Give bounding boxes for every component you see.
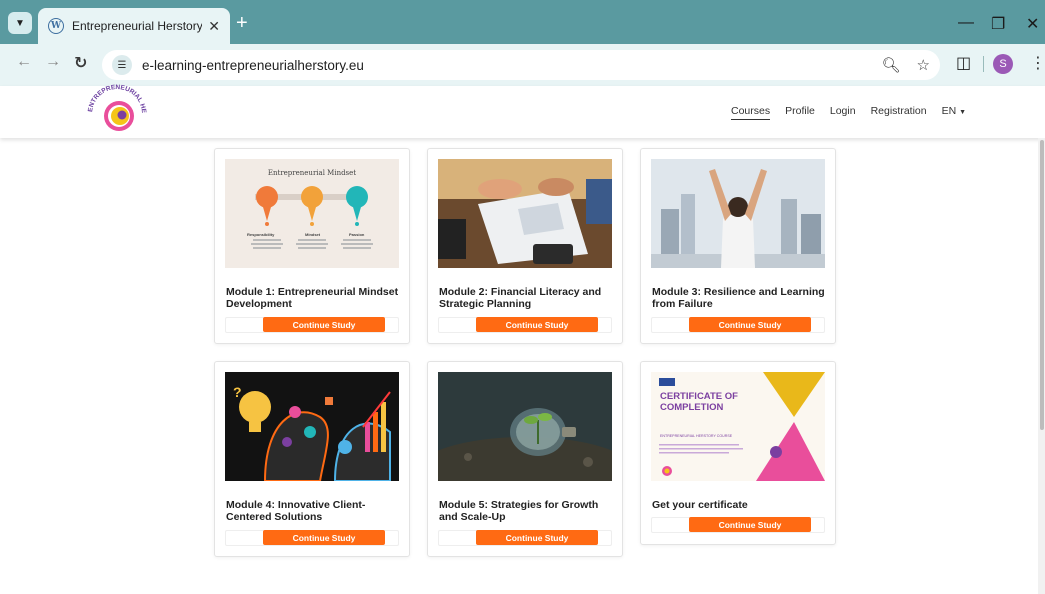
minimize-icon[interactable]: —	[958, 14, 974, 32]
continue-study-button[interactable]: Continue Study	[689, 317, 811, 332]
nav-profile[interactable]: Profile	[785, 105, 815, 120]
continue-study-button[interactable]: Continue Study	[476, 530, 598, 545]
module-5-image	[438, 372, 612, 481]
continue-study-button[interactable]: Continue Study	[263, 530, 385, 545]
course-card-module-5: Module 5: Strategies for Growth and Scal…	[427, 361, 623, 557]
module-2-image	[438, 159, 612, 268]
toolbar-divider	[983, 56, 984, 72]
module-1-image-label: Responsibility	[247, 232, 275, 237]
browser-tab[interactable]: W Entrepreneurial Herstory ✕	[38, 8, 230, 44]
module-1-image-label: Mindset	[305, 232, 321, 237]
url-text: e-learning-entrepreneurialherstory.eu	[142, 57, 364, 73]
module-3-image	[651, 159, 825, 268]
continue-study-button[interactable]: Continue Study	[476, 317, 598, 332]
module-1-image-heading: Entrepreneurial Mindset	[267, 169, 357, 177]
forward-icon[interactable]: →	[45, 53, 61, 71]
svg-text:?: ?	[233, 384, 242, 400]
tab-title: Entrepreneurial Herstory	[72, 19, 203, 33]
tab-list-button[interactable]: ▼	[8, 12, 32, 34]
course-card-module-1: Entrepreneurial Mindset Responsibility M…	[214, 148, 410, 344]
back-icon[interactable]: ←	[16, 53, 32, 71]
profile-avatar[interactable]: S	[993, 54, 1013, 74]
wordpress-favicon-icon: W	[48, 18, 64, 34]
main-nav: Courses Profile Login Registration EN ▼	[731, 105, 966, 120]
language-label: EN	[941, 105, 957, 117]
module-1-image-label: Passion	[349, 232, 365, 237]
site-settings-icon[interactable]: ☰	[112, 55, 132, 75]
language-selector[interactable]: EN ▼	[942, 105, 966, 120]
card-title: Module 2: Financial Literacy and Strateg…	[439, 286, 602, 310]
caret-down-icon: ▼	[959, 109, 967, 116]
continue-study-button[interactable]: Continue Study	[689, 517, 811, 532]
course-card-module-2: Module 2: Financial Literacy and Strateg…	[427, 148, 623, 344]
continue-study-button[interactable]: Continue Study	[263, 317, 385, 332]
certificate-heading-line-2: COMPLETION	[660, 402, 724, 413]
extensions-icon[interactable]: ◫	[956, 53, 971, 73]
address-bar[interactable]: ☰ e-learning-entrepreneurialherstory.eu …	[102, 50, 940, 80]
scrollbar-thumb[interactable]	[1040, 140, 1044, 430]
card-title: Module 5: Strategies for Growth and Scal…	[439, 499, 599, 523]
restore-icon[interactable]: ❐	[991, 14, 1005, 34]
certificate-image: CERTIFICATE OF COMPLETION ENTREPRENEURIA…	[651, 372, 825, 481]
certificate-course-name: ENTREPRENEURIAL HERSTORY COURSE	[660, 434, 733, 438]
bookmark-star-icon[interactable]: ☆	[917, 56, 930, 74]
card-title: Module 4: Innovative Client-Centered Sol…	[226, 499, 366, 523]
certificate-heading-line-1: CERTIFICATE OF	[660, 391, 738, 402]
close-window-icon[interactable]: ✕	[1026, 14, 1039, 34]
chevron-down-icon: ▼	[15, 17, 25, 29]
course-card-certificate: CERTIFICATE OF COMPLETION ENTREPRENEURIA…	[640, 361, 836, 545]
card-title: Module 1: Entrepreneurial Mindset Develo…	[226, 286, 399, 310]
nav-login[interactable]: Login	[830, 105, 856, 120]
nav-registration[interactable]: Registration	[871, 105, 927, 120]
new-tab-icon[interactable]: +	[236, 13, 248, 33]
zoom-icon[interactable]: 🔍︎	[882, 56, 901, 74]
card-title: Module 3: Resilience and Learning from F…	[652, 286, 825, 310]
card-title: Get your certificate	[652, 499, 748, 511]
course-card-module-4: ? Module 4: Innovative Client-Centered S…	[214, 361, 410, 557]
module-4-image: ?	[225, 372, 399, 481]
site-logo[interactable]: ENTREPRENEURIAL HERSTORY	[79, 79, 152, 136]
module-1-image: Entrepreneurial Mindset Responsibility M…	[225, 159, 399, 268]
browser-menu-icon[interactable]: ⋮	[1030, 53, 1045, 73]
reload-icon[interactable]: ↻	[74, 53, 87, 73]
close-tab-icon[interactable]: ✕	[208, 18, 220, 35]
nav-courses[interactable]: Courses	[731, 105, 771, 120]
course-card-module-3: Module 3: Resilience and Learning from F…	[640, 148, 836, 344]
